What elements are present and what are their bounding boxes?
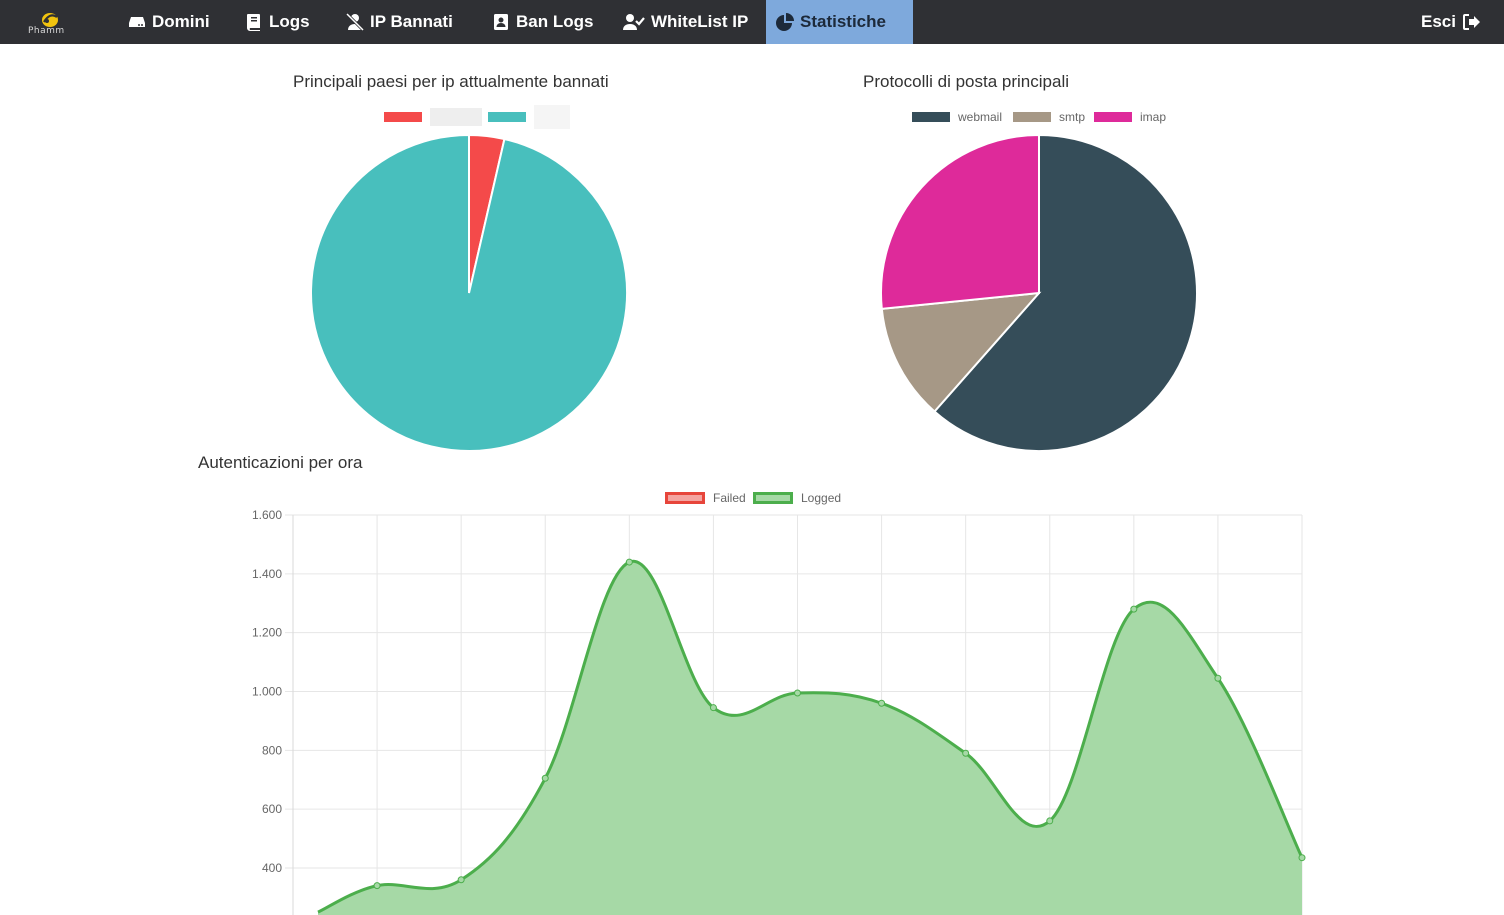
legend-item-country-1[interactable] (384, 108, 482, 126)
logout-button[interactable]: Esci (1411, 0, 1496, 44)
hdd-icon (128, 13, 146, 31)
data-point-logged[interactable] (709, 704, 717, 712)
pie-protocols-title: Protocolli di posta principali (863, 72, 1069, 91)
data-point-logged[interactable] (625, 558, 633, 566)
nav-statistiche[interactable]: Statistiche (766, 0, 913, 44)
data-point-logged[interactable] (457, 876, 465, 884)
y-tick-label: 1.600 (252, 508, 282, 522)
nav-ip-bannati-label: IP Bannati (370, 12, 453, 31)
pie-slice-country-2[interactable] (310, 133, 628, 452)
data-point-logged[interactable] (541, 774, 549, 782)
redacted-label (534, 105, 570, 129)
legend-item-imap[interactable]: imap (1094, 110, 1166, 124)
nav-ban-logs-label: Ban Logs (516, 12, 594, 31)
y-tick-label: 1.200 (252, 626, 282, 640)
nav-logs[interactable]: Logs (235, 0, 320, 44)
y-tick-label: 1.000 (252, 685, 282, 699)
data-point-logged[interactable] (373, 882, 381, 890)
logout-label: Esci (1421, 12, 1456, 31)
nav-whitelist-ip-label: WhiteList IP (651, 12, 749, 31)
legend-swatch (384, 112, 422, 122)
data-point-logged[interactable] (1046, 817, 1054, 825)
series-logged-area (318, 561, 1302, 915)
redacted-label (430, 108, 482, 126)
nav-domini[interactable]: Domini (118, 0, 220, 44)
nav-domini-label: Domini (152, 12, 210, 31)
legend-swatch (488, 112, 526, 122)
logo-text: Phamm (28, 26, 65, 36)
y-tick-label: 600 (262, 802, 282, 816)
y-tick-label: 400 (262, 861, 282, 875)
user-check-icon (623, 13, 645, 31)
nav-ban-logs[interactable]: Ban Logs (482, 0, 603, 44)
auth-per-hour-chart: 1.600 1.400 1.200 1.000 800 600 400 (252, 508, 1306, 915)
legend-item-webmail[interactable]: webmail (912, 110, 1002, 124)
pie-chart-icon (776, 13, 794, 31)
sign-out-icon (1462, 13, 1480, 31)
legend-item-country-2[interactable] (488, 105, 570, 129)
y-tick-label: 1.400 (252, 567, 282, 581)
data-point-logged[interactable] (1298, 854, 1306, 862)
legend-label-imap: imap (1140, 110, 1167, 124)
nav-ip-bannati[interactable]: IP Bannati (336, 0, 463, 44)
nav-whitelist-ip[interactable]: WhiteList IP (613, 0, 758, 44)
data-point-logged[interactable] (1214, 674, 1222, 682)
legend-swatch (912, 112, 950, 122)
legend-label-webmail: webmail (958, 110, 1003, 124)
legend-swatch (1094, 112, 1132, 122)
user-slash-icon (346, 13, 364, 31)
nav-logs-label: Logs (269, 12, 310, 31)
data-point-logged[interactable] (962, 749, 970, 757)
pie-countries-title: Principali paesi per ip attualmente bann… (293, 72, 609, 91)
pie-protocols-chart (880, 133, 1198, 452)
pie-slice-imap[interactable] (880, 133, 1040, 310)
data-point-logged[interactable] (878, 699, 886, 707)
top-navbar: Phamm Domini Logs IP Bannati Ban Logs Wh… (0, 0, 1504, 44)
address-book-icon (492, 13, 510, 31)
legend-swatch (1013, 112, 1051, 122)
data-point-logged[interactable] (1130, 605, 1138, 613)
nav-statistiche-label: Statistiche (800, 12, 886, 31)
auth-chart-title: Autenticazioni per ora (198, 453, 363, 472)
book-icon (245, 13, 263, 31)
legend-label-smtp: smtp (1059, 110, 1086, 124)
y-tick-label: 800 (262, 743, 282, 757)
legend-item-smtp[interactable]: smtp (1013, 110, 1085, 124)
app-logo[interactable]: Phamm (26, 8, 78, 38)
data-point-logged[interactable] (794, 689, 801, 697)
pie-countries-chart (310, 133, 628, 452)
